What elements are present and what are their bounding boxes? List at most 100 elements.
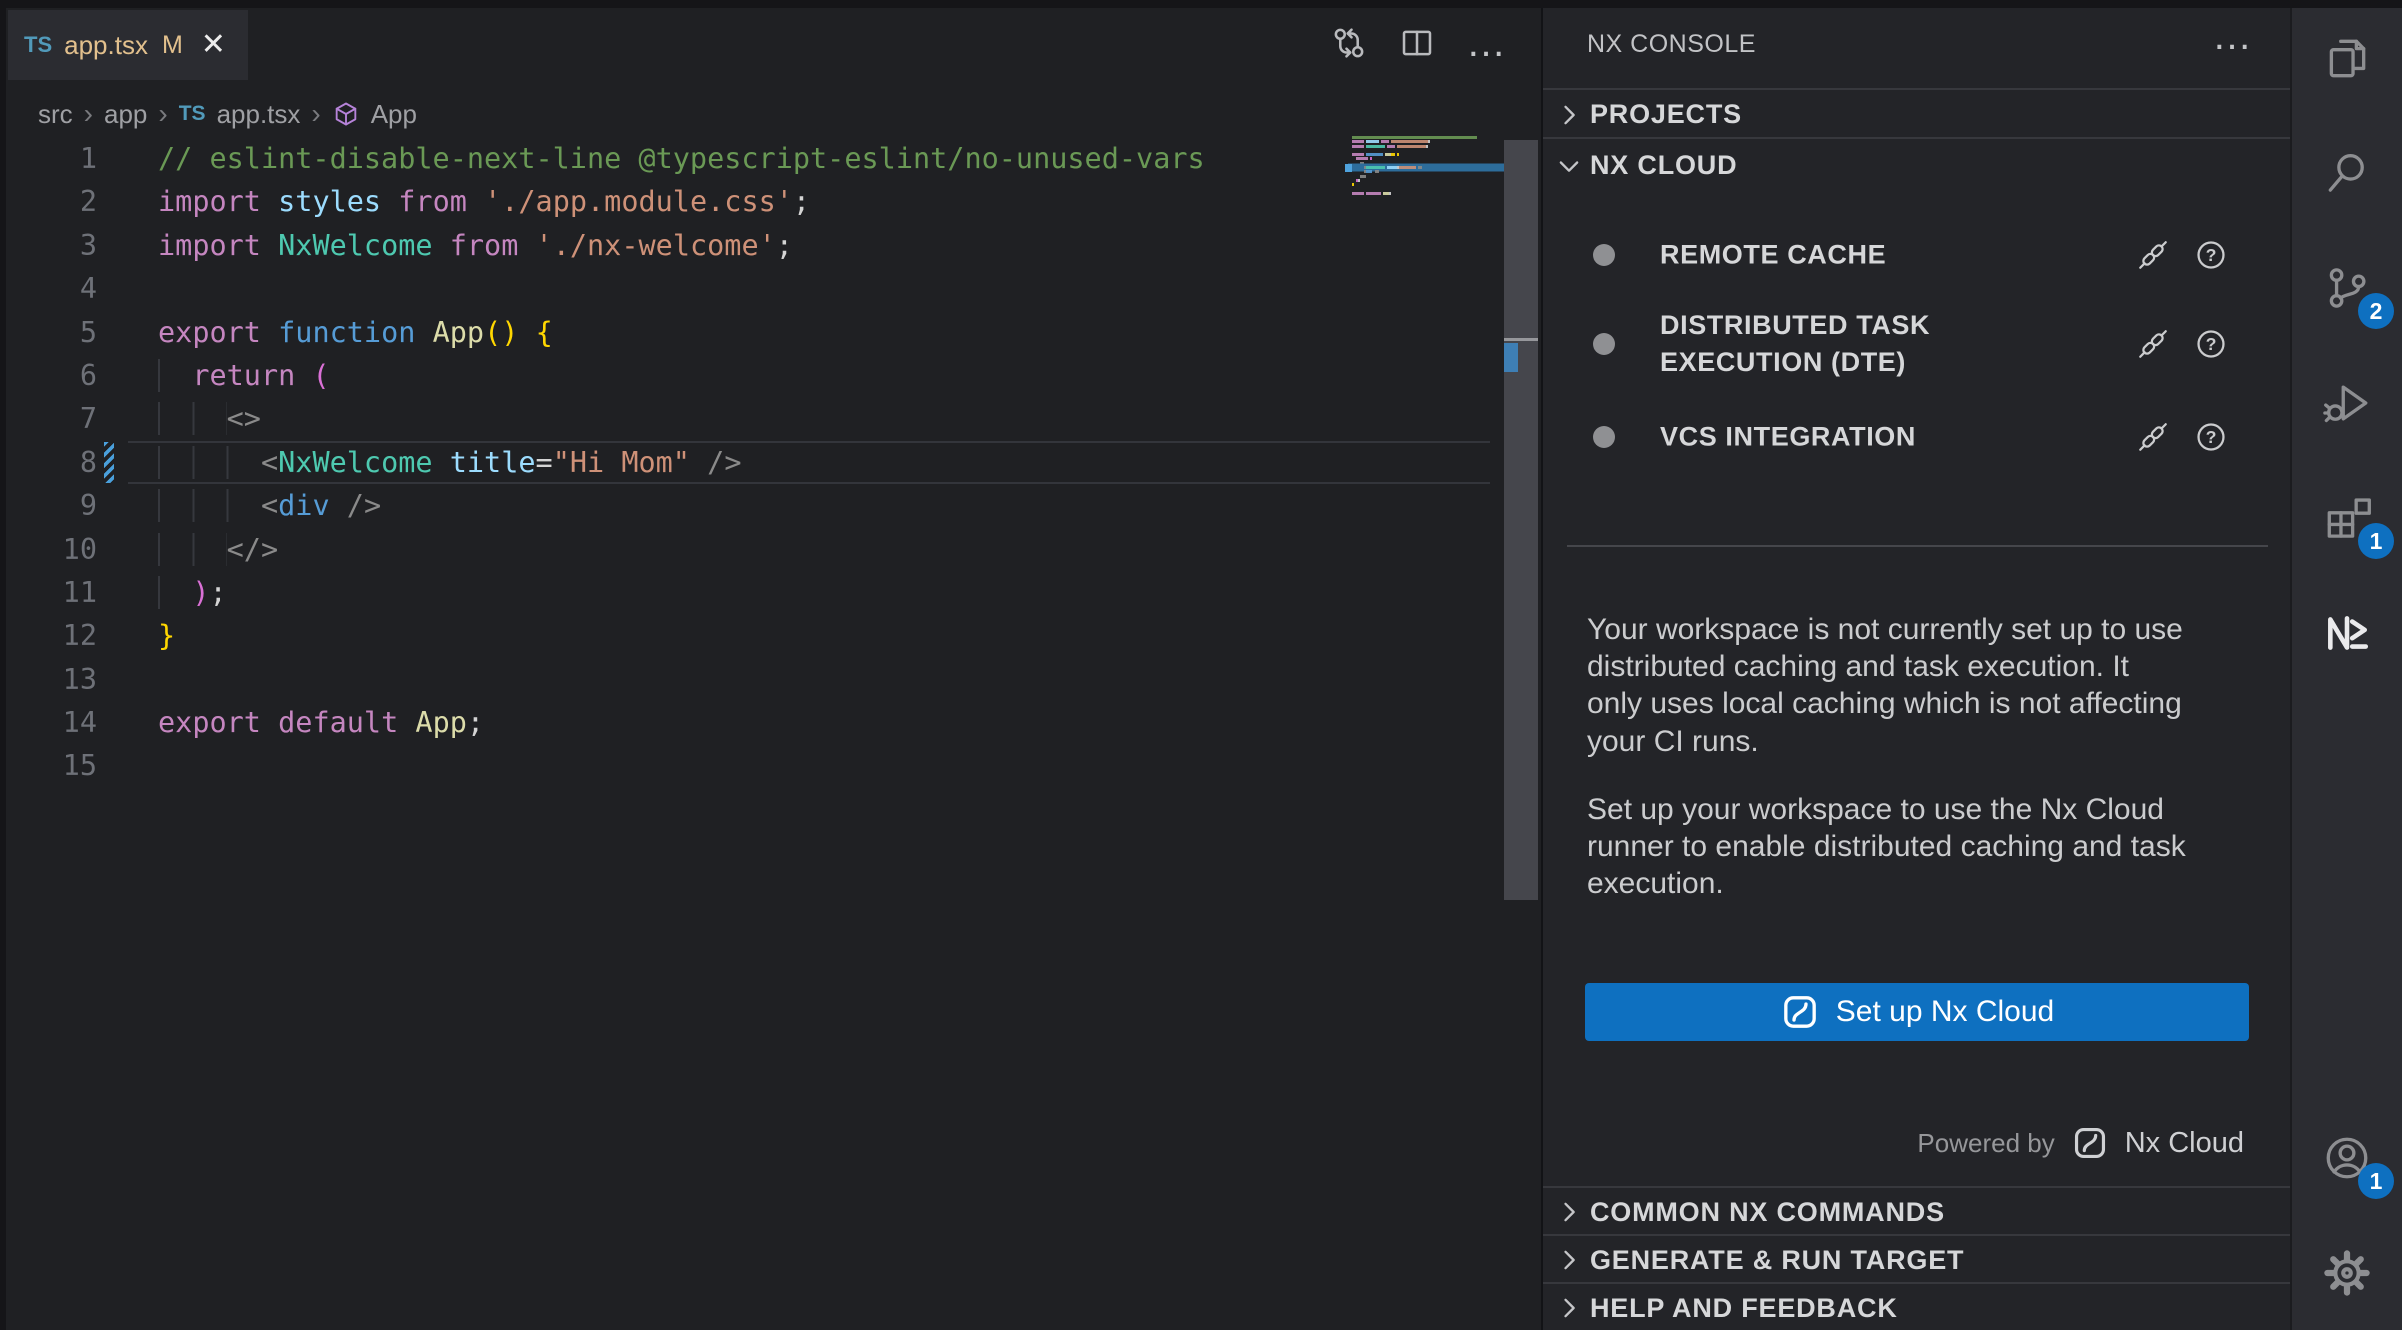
code-line-text[interactable]: return ( bbox=[158, 354, 330, 397]
nx-cloud-icon bbox=[1780, 992, 1820, 1032]
breadcrumb-item-app[interactable]: App bbox=[371, 99, 417, 130]
section-label: PROJECTS bbox=[1590, 99, 1742, 130]
code-line-text[interactable]: </> bbox=[158, 528, 278, 571]
code-line: 7 <> bbox=[0, 397, 1504, 440]
line-number: 4 bbox=[0, 267, 97, 310]
more-actions-icon[interactable]: … bbox=[1466, 33, 1508, 53]
overview-cursor-marker bbox=[1504, 338, 1538, 341]
panel-more-actions-icon[interactable]: … bbox=[2212, 14, 2254, 59]
powered-by: Powered by Nx Cloud bbox=[1917, 1120, 2244, 1166]
code-line-text[interactable]: ); bbox=[158, 571, 227, 614]
chev-right-icon bbox=[1555, 1198, 1583, 1226]
activity-item-search[interactable] bbox=[2292, 115, 2402, 230]
activity-item-source-control[interactable]: 2 bbox=[2292, 230, 2402, 345]
code-line: 6 return ( bbox=[0, 354, 1504, 397]
powered-by-label: Powered by bbox=[1917, 1128, 2054, 1159]
badge: 1 bbox=[2358, 1163, 2394, 1199]
code-line-text[interactable]: } bbox=[158, 614, 175, 657]
minimap-line bbox=[1348, 183, 1504, 186]
code-line: 9 <div /> bbox=[0, 484, 1504, 527]
modified-badge: M bbox=[162, 31, 183, 60]
symbol-class-icon bbox=[332, 100, 360, 128]
feature-row: VCS INTEGRATION? bbox=[1543, 404, 2290, 470]
svg-text:?: ? bbox=[2206, 245, 2217, 265]
section-common-nx-commands[interactable]: COMMON NX COMMANDS bbox=[1543, 1186, 2290, 1236]
minimap-line bbox=[1348, 179, 1504, 182]
window-edge bbox=[0, 0, 2402, 8]
code-line: 15 bbox=[0, 744, 1504, 787]
plug-icon[interactable] bbox=[2136, 327, 2170, 361]
breadcrumb-item-app[interactable]: app bbox=[104, 99, 147, 130]
minimap-line bbox=[1348, 170, 1504, 173]
help-icon[interactable]: ? bbox=[2194, 420, 2228, 454]
line-number: 14 bbox=[0, 701, 97, 744]
panel-title: NX CONSOLE bbox=[1587, 30, 1756, 59]
description-line: execution. bbox=[1587, 865, 2259, 902]
description-paragraph: Your workspace is not currently set up t… bbox=[1587, 611, 2259, 760]
code-line: 4 bbox=[0, 267, 1504, 310]
section-generate-run-target[interactable]: GENERATE & RUN TARGET bbox=[1543, 1234, 2290, 1284]
plug-icon[interactable] bbox=[2136, 238, 2170, 272]
code-line-text[interactable]: export default App; bbox=[158, 701, 484, 744]
breadcrumb-item-src[interactable]: src bbox=[38, 99, 73, 130]
typescript-file-icon: TS bbox=[179, 102, 206, 126]
activity-item-explorer[interactable] bbox=[2292, 0, 2402, 115]
open-changes-icon[interactable] bbox=[1330, 24, 1368, 62]
section-label: NX CLOUD bbox=[1590, 150, 1737, 181]
activity-item-nx-console[interactable] bbox=[2292, 575, 2402, 690]
code-line: 1// eslint-disable-next-line @typescript… bbox=[0, 137, 1504, 180]
help-icon[interactable]: ? bbox=[2194, 238, 2228, 272]
line-number: 12 bbox=[0, 614, 97, 657]
code-line-text[interactable]: import NxWelcome from './nx-welcome'; bbox=[158, 224, 793, 267]
code-line: 11 ); bbox=[0, 571, 1504, 614]
minimap[interactable] bbox=[1348, 136, 1504, 200]
plug-icon[interactable] bbox=[2136, 420, 2170, 454]
section-nx-cloud[interactable]: NX CLOUD bbox=[1543, 137, 2290, 192]
help-icon[interactable]: ? bbox=[2194, 327, 2228, 361]
description-line: distributed caching and task execution. … bbox=[1587, 648, 2259, 685]
badge: 1 bbox=[2358, 523, 2394, 559]
setup-button-label: Set up Nx Cloud bbox=[1836, 995, 2054, 1029]
activity-item-extensions[interactable]: 1 bbox=[2292, 460, 2402, 575]
minimap-line bbox=[1348, 153, 1504, 156]
editor-scrollbar[interactable] bbox=[1504, 140, 1538, 900]
code-line-text[interactable]: export function App() { bbox=[158, 311, 553, 354]
tab-filename: app.tsx bbox=[64, 30, 148, 61]
code-line-text[interactable]: <NxWelcome title="Hi Mom" /> bbox=[158, 441, 741, 484]
line-number: 9 bbox=[0, 484, 97, 527]
section-label: COMMON NX COMMANDS bbox=[1590, 1197, 1945, 1228]
activity-item-accounts[interactable]: 1 bbox=[2292, 1100, 2402, 1215]
feature-actions: ? bbox=[2136, 327, 2228, 361]
activity-bar-top: 21 bbox=[2292, 0, 2402, 690]
code-line-text[interactable]: <div /> bbox=[158, 484, 381, 527]
description-line: your CI runs. bbox=[1587, 723, 2259, 760]
code-line: 5export function App() { bbox=[0, 311, 1504, 354]
minimap-line bbox=[1348, 140, 1504, 143]
tab-app-tsx[interactable]: TS app.tsx M ✕ bbox=[8, 10, 248, 80]
feature-actions: ? bbox=[2136, 238, 2228, 272]
section-projects[interactable]: PROJECTS bbox=[1543, 88, 2290, 139]
split-editor-icon[interactable] bbox=[1398, 24, 1436, 62]
svg-text:?: ? bbox=[2206, 427, 2217, 447]
code-editor[interactable]: 1// eslint-disable-next-line @typescript… bbox=[0, 137, 1504, 788]
window-edge bbox=[0, 0, 6, 1330]
section-help-and-feedback[interactable]: HELP AND FEEDBACK bbox=[1543, 1282, 2290, 1330]
minimap-line bbox=[1348, 196, 1504, 199]
description-paragraph: Set up your workspace to use the Nx Clou… bbox=[1587, 791, 2259, 903]
status-dot-icon bbox=[1593, 244, 1615, 266]
setup-nx-cloud-button[interactable]: Set up Nx Cloud bbox=[1585, 983, 2249, 1041]
code-line-text[interactable]: <> bbox=[158, 397, 261, 440]
feature-label: VCS INTEGRATION bbox=[1660, 419, 2030, 456]
panel-divider bbox=[1567, 545, 2268, 547]
description-line: only uses local caching which is not aff… bbox=[1587, 685, 2259, 722]
code-line: 13 bbox=[0, 658, 1504, 701]
breadcrumb-item-app-tsx[interactable]: app.tsx bbox=[217, 99, 301, 130]
activity-item-settings[interactable] bbox=[2292, 1215, 2402, 1330]
chev-right-icon bbox=[1555, 1294, 1583, 1322]
code-line-text[interactable]: // eslint-disable-next-line @typescript-… bbox=[158, 137, 1205, 180]
activity-item-run-and-debug[interactable] bbox=[2292, 345, 2402, 460]
nx-cloud-icon bbox=[2071, 1124, 2109, 1162]
code-line-text[interactable]: import styles from './app.module.css'; bbox=[158, 180, 810, 223]
close-tab-icon[interactable]: ✕ bbox=[201, 30, 226, 60]
line-number: 13 bbox=[0, 658, 97, 701]
